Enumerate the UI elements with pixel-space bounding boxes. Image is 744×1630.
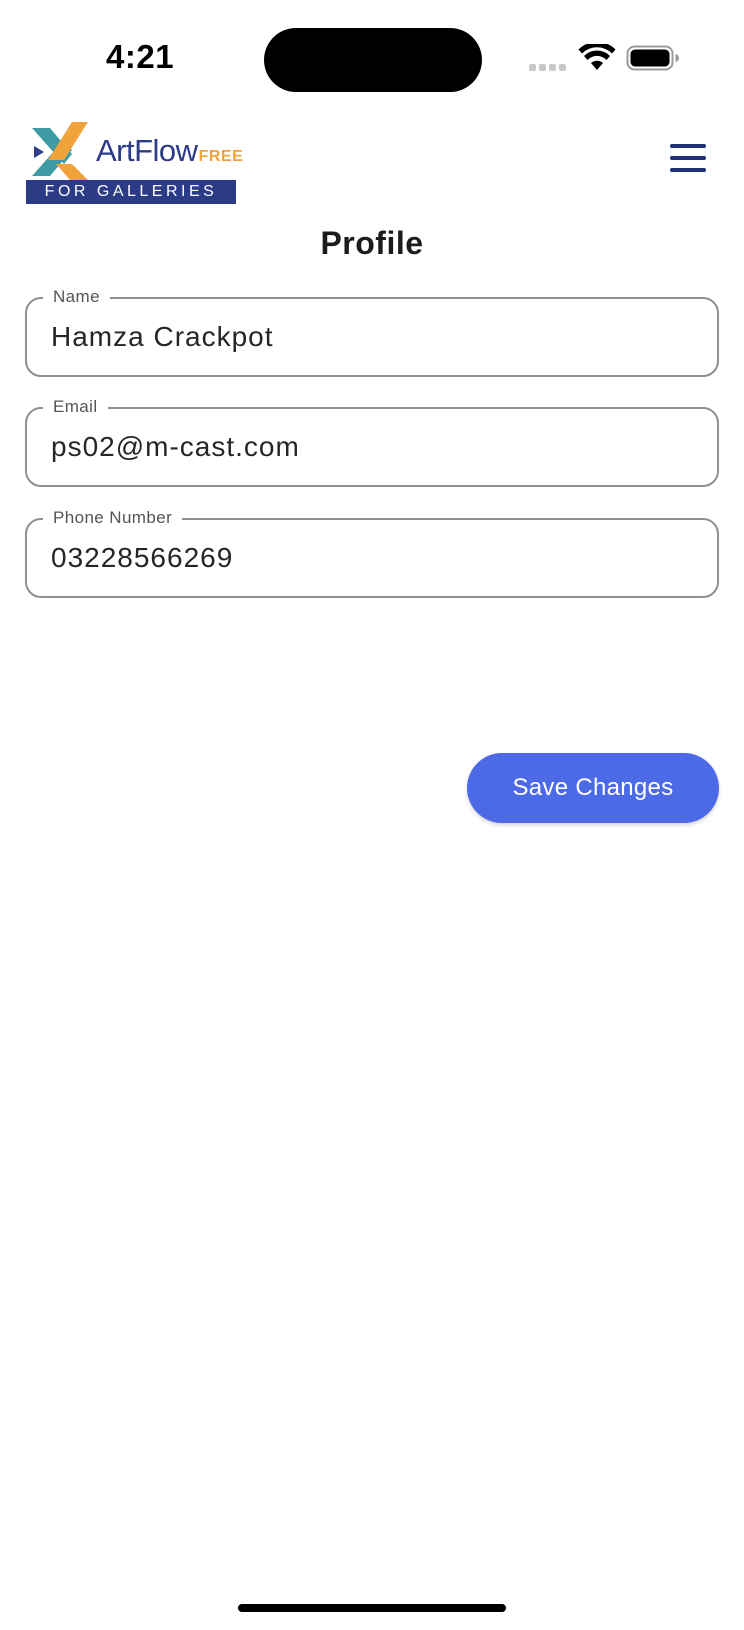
status-bar: 4:21 (0, 0, 744, 110)
phone-input[interactable] (51, 536, 691, 580)
home-indicator (238, 1604, 506, 1612)
save-changes-button[interactable]: Save Changes (467, 753, 719, 823)
logo-wordmark: ArtFlowFREE (96, 133, 243, 169)
email-input[interactable] (51, 425, 691, 469)
logo-brand: ArtFlow (96, 133, 198, 168)
phone-field-label: Phone Number (43, 507, 183, 529)
email-field-label: Email (43, 396, 108, 418)
name-field-label: Name (43, 286, 110, 308)
battery-icon (626, 45, 679, 71)
wifi-icon (578, 44, 616, 70)
logo-tagline: FOR GALLERIES (26, 180, 236, 204)
artflow-logo-mark-icon (32, 122, 88, 180)
status-time: 4:21 (106, 38, 175, 75)
name-input[interactable] (51, 315, 691, 359)
name-field[interactable]: Name (25, 286, 719, 377)
phone-field[interactable]: Phone Number (25, 507, 719, 598)
cellular-signal-icon (529, 64, 569, 72)
email-field[interactable]: Email (25, 396, 719, 487)
dynamic-island (264, 28, 482, 92)
hamburger-menu-icon[interactable] (668, 144, 708, 176)
artflow-logo: ArtFlowFREE FOR GALLERIES (26, 116, 243, 204)
page-title: Profile (320, 225, 424, 261)
logo-tier: FREE (198, 148, 244, 165)
